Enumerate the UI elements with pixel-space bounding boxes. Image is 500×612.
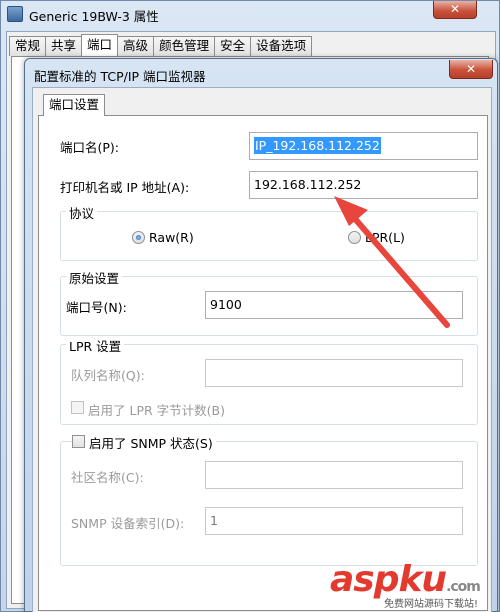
lpr-settings-group-title: LPR 设置 xyxy=(66,336,125,355)
tab-security[interactable]: 安全 xyxy=(214,36,252,56)
properties-window-title: Generic 19BW-3 属性 xyxy=(29,9,159,24)
printer-address-label: 打印机名或 IP 地址(A): xyxy=(60,180,190,195)
dialog-close-button[interactable]: ✕ xyxy=(449,60,493,79)
lpr-byte-count-label: 启用了 LPR 字节计数(B) xyxy=(88,403,225,418)
snmp-device-index-value: 1 xyxy=(210,513,218,528)
watermark-logo-text: aspku xyxy=(330,559,447,600)
dialog-client-area: 端口设置 端口名(P): IP_192.168.112.252 打印机名或 IP… xyxy=(32,87,492,612)
watermark-suffix: .com xyxy=(446,579,481,595)
queue-name-label: 队列名称(Q): xyxy=(71,368,145,383)
port-name-label: 端口名(P): xyxy=(60,140,120,155)
snmp-enable-checkbox[interactable] xyxy=(72,435,85,448)
port-name-input[interactable]: IP_192.168.112.252 xyxy=(249,132,478,160)
close-icon: ✕ xyxy=(449,2,461,16)
snmp-group xyxy=(60,441,478,566)
tcpip-port-dialog: 配置标准的 TCP/IP 端口监视器 ✕ 端口设置 端口名(P): IP_192… xyxy=(24,58,498,612)
tab-port-settings[interactable]: 端口设置 xyxy=(43,94,106,116)
close-icon: ✕ xyxy=(465,62,477,76)
protocol-group xyxy=(60,211,478,261)
protocol-group-title: 协议 xyxy=(66,203,98,222)
tab-color-management[interactable]: 颜色管理 xyxy=(153,36,216,56)
properties-close-button[interactable]: ✕ xyxy=(433,1,477,19)
port-name-value: IP_192.168.112.252 xyxy=(254,137,381,154)
properties-titlebar: Generic 19BW-3 属性 ✕ xyxy=(1,1,500,29)
site-watermark: aspku.com 免费网站源码下载站! xyxy=(328,560,500,612)
tab-advanced[interactable]: 高级 xyxy=(117,36,155,56)
printer-icon xyxy=(7,6,23,22)
properties-tab-strip: 常规 共享 端口 高级 颜色管理 安全 设备选项 xyxy=(9,34,313,56)
snmp-device-index-label: SNMP 设备索引(D): xyxy=(71,516,185,531)
tab-general[interactable]: 常规 xyxy=(9,36,47,56)
port-number-input[interactable]: 9100 xyxy=(205,291,463,319)
watermark-subtitle: 免费网站源码下载站! xyxy=(384,599,479,610)
snmp-enable-label[interactable]: 启用了 SNMP 状态(S) xyxy=(86,433,216,452)
raw-settings-group-title: 原始设置 xyxy=(66,268,123,287)
snmp-device-index-input[interactable]: 1 xyxy=(205,507,463,535)
port-settings-panel: 端口名(P): IP_192.168.112.252 打印机名或 IP 地址(A… xyxy=(38,115,488,611)
port-number-label: 端口号(N): xyxy=(66,300,127,315)
tab-ports[interactable]: 端口 xyxy=(81,34,119,56)
lpr-radio-label[interactable]: LPR(L) xyxy=(365,230,405,245)
printer-address-value: 192.168.112.252 xyxy=(254,177,362,192)
raw-radio-label[interactable]: Raw(R) xyxy=(149,230,194,245)
tab-sharing[interactable]: 共享 xyxy=(45,36,83,56)
raw-radio[interactable] xyxy=(132,231,145,244)
tab-device-settings[interactable]: 设备选项 xyxy=(250,36,313,56)
community-name-label: 社区名称(C): xyxy=(71,470,144,485)
port-number-value: 9100 xyxy=(210,297,242,312)
lpr-radio[interactable] xyxy=(348,231,361,244)
queue-name-input[interactable] xyxy=(205,359,463,387)
dialog-title: 配置标准的 TCP/IP 端口监视器 xyxy=(34,69,206,84)
community-name-input[interactable] xyxy=(205,461,463,489)
printer-address-input[interactable]: 192.168.112.252 xyxy=(249,171,478,199)
lpr-byte-count-checkbox[interactable] xyxy=(71,401,84,414)
